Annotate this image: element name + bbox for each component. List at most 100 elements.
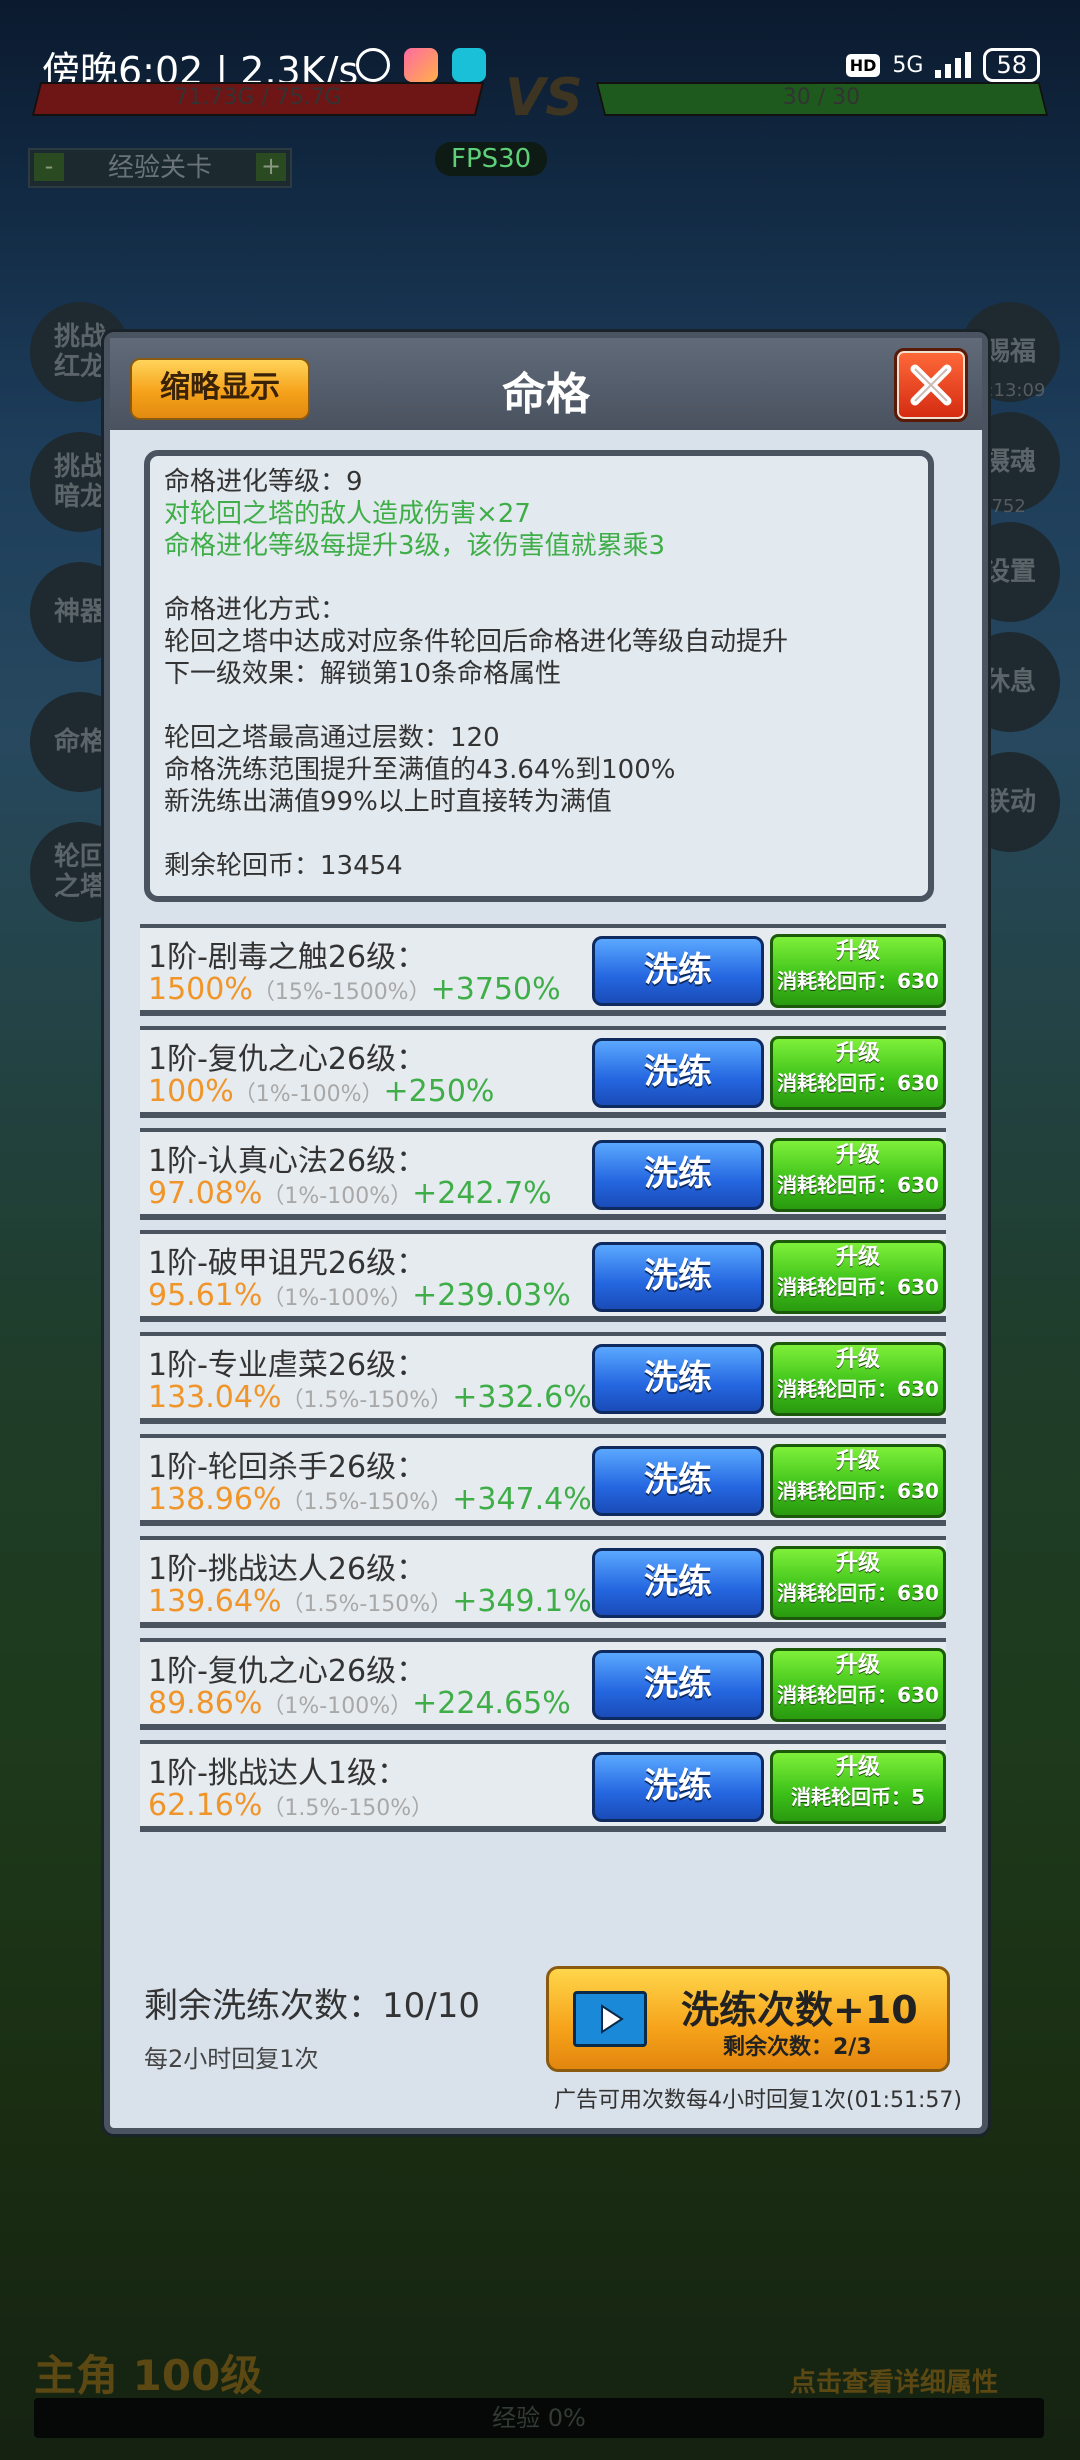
battery-icon: 58 — [983, 48, 1040, 82]
wash-button[interactable]: 洗练 — [592, 1446, 764, 1516]
attribute-values: 95.61%（1%-100%）+239.03% — [148, 1278, 571, 1313]
attribute-current: 138.96% — [148, 1482, 282, 1517]
player-hp-text: 71.73G / 75.7G — [174, 85, 342, 110]
attribute-current: 95.61% — [148, 1278, 263, 1313]
close-button[interactable] — [894, 348, 968, 422]
attribute-bonus: +224.65% — [412, 1686, 571, 1721]
attribute-current: 97.08% — [148, 1176, 263, 1211]
attribute-range: （1%-100%） — [262, 1286, 413, 1311]
upgrade-button[interactable]: 升级 消耗轮回币：630 — [770, 1036, 946, 1110]
attribute-name: 1阶-轮回杀手26级： — [148, 1450, 427, 1485]
attribute-bonus: +332.6% — [452, 1380, 592, 1415]
wash-button[interactable]: 洗练 — [592, 1140, 764, 1210]
attribute-name: 1阶-破甲诅咒26级： — [148, 1246, 427, 1281]
exp-bar: 经验 0% — [34, 2398, 1044, 2438]
side-label: 神器 — [53, 597, 106, 627]
attribute-range: （1.5%-150%） — [281, 1490, 453, 1515]
next-level-effect: 下一级效果：解锁第10条命格属性 — [164, 659, 562, 689]
tower-max-floor: 轮回之塔最高通过层数：120 — [164, 723, 500, 753]
upgrade-button[interactable]: 升级 消耗轮回币：630 — [770, 1138, 946, 1212]
remaining-wash-count: 剩余洗练次数：10/10 — [144, 1986, 480, 2026]
attribute-current: 89.86% — [148, 1686, 263, 1721]
stage-minus-button[interactable]: - — [34, 153, 64, 181]
attribute-current: 133.04% — [148, 1380, 282, 1415]
wash-count-section: 剩余洗练次数：10/10 每2小时回复1次 — [144, 1978, 480, 2074]
upgrade-cost: 消耗轮回币：630 — [777, 1581, 939, 1605]
upgrade-button[interactable]: 升级 消耗轮回币：630 — [770, 934, 946, 1008]
fps-counter: FPS30 — [435, 142, 548, 176]
attribute-name: 1阶-剧毒之触26级： — [148, 940, 427, 975]
destiny-dialog: 命格 缩略显示 命格进化等级：9 对轮回之塔的敌人造成伤害×27 命格进化等级每… — [104, 332, 988, 2134]
side-label: 休息 — [983, 667, 1036, 697]
upgrade-cost: 消耗轮回币：630 — [777, 969, 939, 993]
view-details-link[interactable]: 点击查看详细属性 — [790, 2362, 998, 2399]
multiplier-rule: 命格进化等级每提升3级，该伤害值就累乘3 — [164, 531, 666, 561]
wash-button[interactable]: 洗练 — [592, 1242, 764, 1312]
damage-bonus: 对轮回之塔的敌人造成伤害×27 — [164, 499, 531, 529]
wash-button[interactable]: 洗练 — [592, 1548, 764, 1618]
upgrade-label: 升级 — [835, 1755, 880, 1780]
attribute-values: 138.96%（1.5%-150%）+347.4% — [148, 1482, 592, 1517]
upgrade-label: 升级 — [835, 1551, 880, 1576]
attribute-name: 1阶-认真心法26级： — [148, 1144, 427, 1179]
evolution-method-title: 命格进化方式： — [164, 595, 347, 625]
attribute-current: 1500% — [148, 972, 253, 1007]
attribute-range: （1.5%-150%） — [262, 1796, 434, 1821]
attribute-values: 100%（1%-100%）+250% — [148, 1074, 494, 1109]
player-hp-bar: 71.73G / 75.7G — [31, 82, 485, 116]
wash-button[interactable]: 洗练 — [592, 936, 764, 1006]
attribute-range: （1.5%-150%） — [281, 1592, 453, 1617]
wash-button[interactable]: 洗练 — [592, 1752, 764, 1822]
attribute-range: （1%-100%） — [262, 1694, 413, 1719]
attribute-bonus: +349.1% — [452, 1584, 592, 1619]
upgrade-button[interactable]: 升级 消耗轮回币：630 — [770, 1240, 946, 1314]
upgrade-label: 升级 — [835, 1347, 880, 1372]
attribute-bonus: +347.4% — [452, 1482, 592, 1517]
attribute-list: 1阶-剧毒之触26级： 1500%（15%-1500%）+3750% 洗练 升级… — [140, 924, 946, 1842]
upgrade-cost: 消耗轮回币：630 — [777, 1683, 939, 1707]
ad-remaining: 剩余次数：2/3 — [723, 2035, 872, 2060]
side-label: 挑战 红龙 — [53, 322, 106, 382]
attribute-values: 139.64%（1.5%-150%）+349.1% — [148, 1584, 592, 1619]
attribute-name: 1阶-复仇之心26级： — [148, 1042, 427, 1077]
attribute-current: 139.64% — [148, 1584, 282, 1619]
upgrade-button[interactable]: 升级 消耗轮回币：630 — [770, 1648, 946, 1722]
wash-button[interactable]: 洗练 — [592, 1344, 764, 1414]
attribute-row: 1阶-复仇之心26级： 100%（1%-100%）+250% 洗练 升级 消耗轮回… — [140, 1026, 946, 1118]
evolution-method-desc: 轮回之塔中达成对应条件轮回后命格进化等级自动提升 — [164, 627, 789, 657]
upgrade-button[interactable]: 升级 消耗轮回币：630 — [770, 1342, 946, 1416]
upgrade-button[interactable]: 升级 消耗轮回币：630 — [770, 1444, 946, 1518]
close-icon — [910, 364, 952, 406]
attribute-range: （1%-100%） — [262, 1184, 413, 1209]
network-label: 5G — [892, 52, 924, 78]
game-app-icon — [404, 48, 438, 82]
attribute-name: 1阶-复仇之心26级： — [148, 1654, 427, 1689]
wash-button[interactable]: 洗练 — [592, 1650, 764, 1720]
hero-level: 主角 100级 — [34, 2351, 263, 2400]
side-label: 命格 — [53, 727, 106, 757]
upgrade-cost: 消耗轮回币：630 — [777, 1479, 939, 1503]
upgrade-cost: 消耗轮回币：630 — [777, 1071, 939, 1095]
brief-display-button[interactable]: 缩略显示 — [130, 358, 310, 420]
attribute-range: （1%-100%） — [233, 1082, 384, 1107]
upgrade-button[interactable]: 升级消耗轮回币：630 — [770, 1546, 946, 1620]
attribute-name: 1阶-挑战达人1级： — [148, 1756, 407, 1791]
watch-ad-button[interactable]: 洗练次数+10 剩余次数：2/3 — [546, 1966, 950, 2072]
vs-label: VS — [505, 68, 583, 128]
attribute-values: 97.08%（1%-100%）+242.7% — [148, 1176, 552, 1211]
stage-plus-button[interactable]: + — [256, 153, 286, 181]
attribute-range: （1.5%-150%） — [281, 1388, 453, 1413]
side-label: 轮回 之塔 — [53, 842, 106, 902]
attribute-row: 1阶-挑战达人1级： 62.16%（1.5%-150%） 洗练 升级消耗轮回币：… — [140, 1740, 946, 1832]
attribute-current: 62.16% — [148, 1788, 263, 1823]
wash-range: 命格洗练范围提升至满值的43.64%到100% — [164, 755, 676, 785]
upgrade-button[interactable]: 升级消耗轮回币：5 — [770, 1750, 946, 1824]
attribute-row: 1阶-轮回杀手26级： 138.96%（1.5%-150%）+347.4% 洗练… — [140, 1434, 946, 1526]
attribute-row: 1阶-认真心法26级： 97.08%（1%-100%）+242.7% 洗练 升级… — [140, 1128, 946, 1220]
attribute-bonus: +3750% — [430, 972, 561, 1007]
remaining-coins: 剩余轮回币：13454 — [164, 851, 403, 881]
attribute-bonus: +239.03% — [412, 1278, 571, 1313]
side-label: 赐福 — [983, 337, 1036, 367]
wash-button[interactable]: 洗练 — [592, 1038, 764, 1108]
upgrade-cost: 消耗轮回币：5 — [791, 1785, 925, 1809]
